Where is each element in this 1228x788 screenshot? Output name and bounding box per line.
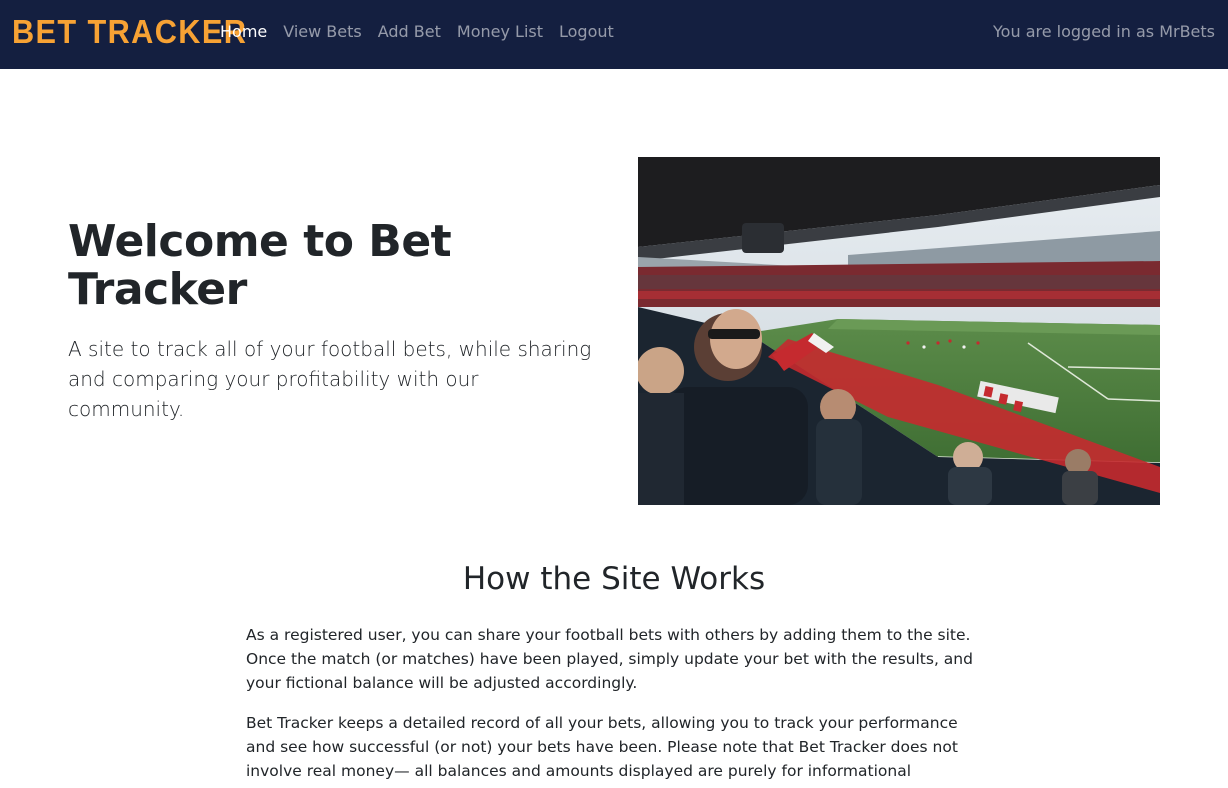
nav-link-view-bets[interactable]: View Bets [275, 20, 369, 44]
hero-stadium-image [638, 157, 1160, 505]
nav-link-money-list[interactable]: Money List [449, 20, 551, 44]
how-it-works-paragraph-1: As a registered user, you can share your… [246, 626, 973, 692]
top-navbar: BET TRACKER Home View Bets Add Bet Money… [0, 0, 1228, 69]
nav-link-home[interactable]: Home [212, 20, 275, 44]
nav-links: Home View Bets Add Bet Money List Logout [212, 20, 622, 44]
nav-link-add-bet[interactable]: Add Bet [370, 20, 449, 44]
hero-title: Welcome to Bet Tracker [68, 216, 452, 315]
hero-subtitle: A site to track all of your football bet… [68, 337, 592, 421]
how-it-works-paragraph-2: Bet Tracker keeps a detailed record of a… [246, 714, 958, 780]
how-it-works-title: How the Site Works [462, 561, 766, 597]
login-status: You are logged in as MrBets [993, 22, 1215, 41]
nav-link-logout[interactable]: Logout [551, 20, 622, 44]
